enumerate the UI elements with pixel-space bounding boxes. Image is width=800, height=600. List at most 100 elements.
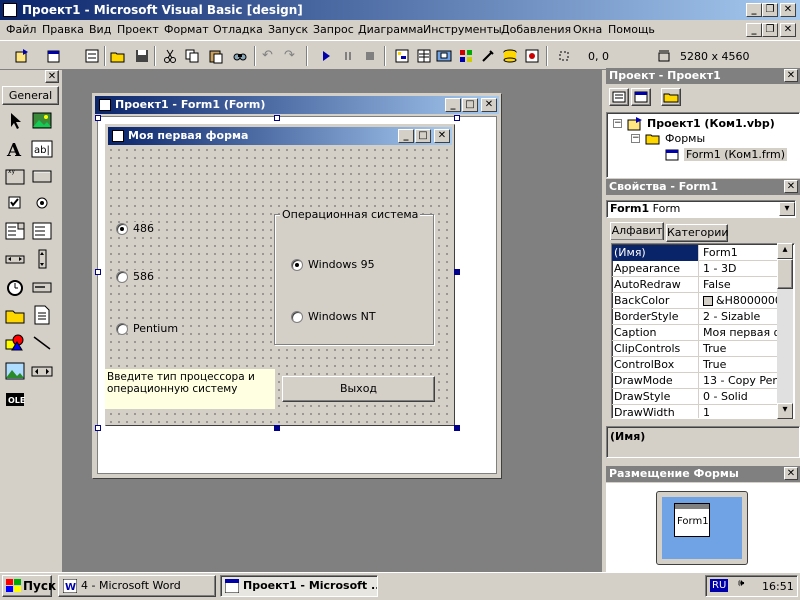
optionbutton-icon[interactable] [31,192,53,214]
listbox-icon[interactable] [31,220,53,242]
restore-button[interactable]: ❐ [762,3,778,17]
form1-layout-preview[interactable]: Form1 [674,503,710,537]
mdi-minimize-button[interactable]: _ [746,23,762,37]
drivelistbox-icon[interactable] [31,276,53,298]
tab-categorized[interactable]: Категории [666,224,729,242]
menu-tools[interactable]: Инструменты [423,23,502,36]
scroll-up-button[interactable]: ▴ [777,243,793,259]
tab-alphabetic[interactable]: Алфавит [610,222,664,240]
start-button[interactable]: Пуск [2,575,56,597]
save-project-icon[interactable] [134,48,150,64]
prop-value[interactable]: 0 - Solid [701,389,781,405]
option-pentium-radio[interactable] [116,323,128,335]
minimize-button[interactable]: _ [746,3,762,17]
resize-handle[interactable] [95,269,101,275]
shape-icon[interactable] [4,332,26,354]
tree-collapse-icon[interactable]: − [613,119,622,128]
form1-title-bar[interactable]: Моя первая форма _ □ ✕ [108,127,452,145]
prop-value[interactable]: 13 - Copy Pen [701,373,781,389]
form1-close-button[interactable]: ✕ [434,129,450,143]
resize-handle[interactable] [95,425,101,431]
line-icon[interactable] [31,332,53,354]
toolbox-icon[interactable] [480,48,496,64]
resize-handle[interactable] [454,269,460,275]
designer-title-bar[interactable]: Проект1 - Form1 (Form) _ □ ✕ [95,96,499,114]
vscrollbar-icon[interactable] [31,248,53,270]
layout-panel-header[interactable]: Размещение Формы ✕ [606,466,800,482]
textbox-icon[interactable]: ab| [31,138,53,160]
prop-row[interactable]: BackColor &H8000000F [612,293,781,309]
pointer-icon[interactable] [4,110,26,132]
toggle-folders-icon[interactable] [661,88,681,106]
prop-value[interactable]: False [701,277,781,293]
filelistbox-icon[interactable] [31,304,53,326]
redo-icon[interactable]: ↷ [284,48,300,64]
break-icon[interactable] [340,48,356,64]
toolbox-general-tab[interactable]: General [2,86,59,105]
prop-value[interactable]: 2 - Sizable [701,309,781,325]
resize-handle[interactable] [95,115,101,121]
menu-diagram[interactable]: Диаграмма [358,23,423,36]
view-object-icon[interactable] [631,88,651,106]
scroll-down-button[interactable]: ▾ [777,403,793,419]
picturebox-icon[interactable] [31,110,53,132]
project-panel-close-button[interactable]: ✕ [784,69,798,82]
mdi-close-button[interactable]: ✕ [780,23,796,37]
paste-icon[interactable] [208,48,224,64]
form1-minimize-button[interactable]: _ [398,129,414,143]
project-root-label[interactable]: Проект1 (Ком1.vbp) [647,117,775,130]
scroll-thumb[interactable] [777,259,793,289]
prop-row[interactable]: DrawMode 13 - Copy Pen [612,373,780,389]
menu-query[interactable]: Запрос [313,23,354,36]
checkbox-icon[interactable] [4,192,26,214]
prop-value[interactable]: Моя первая фо [701,325,781,341]
layout-panel-close-button[interactable]: ✕ [784,467,798,480]
image-icon[interactable] [4,360,26,382]
label-icon[interactable]: A [4,138,26,161]
designer-close-button[interactable]: ✕ [481,98,497,112]
option-586-radio[interactable] [116,271,128,283]
prop-value[interactable]: True [701,341,781,357]
menu-edit[interactable]: Правка [42,23,84,36]
designer-minimize-button[interactable]: _ [445,98,461,112]
prop-value[interactable]: &H8000000F [701,293,781,309]
exit-button[interactable]: Выход [282,376,435,402]
os-frame[interactable] [274,214,434,345]
chevron-down-icon[interactable]: ▾ [779,202,795,216]
timer-icon[interactable] [4,276,26,298]
menu-window[interactable]: Окна [573,23,602,36]
menu-file[interactable]: Файл [6,23,36,36]
combobox-icon[interactable] [4,220,26,242]
properties-panel-header[interactable]: Свойства - Form1 ✕ [606,179,800,195]
resize-handle[interactable] [274,115,280,121]
main-title-bar[interactable]: Проект1 - Microsoft Visual Basic [design… [0,0,800,20]
mdi-restore-button[interactable]: ❐ [762,23,778,37]
tree-collapse-icon[interactable]: − [631,134,640,143]
project-panel-header[interactable]: Проект - Проект1 ✕ [606,68,800,84]
object-selector[interactable]: Form1 Form ▾ [606,200,796,218]
prop-value[interactable]: Form1 [701,245,781,261]
start-icon[interactable] [318,48,334,64]
prop-row[interactable]: BorderStyle 2 - Sizable [612,309,780,325]
project-explorer-icon[interactable] [394,48,410,64]
option-winnt-radio[interactable] [291,311,303,323]
close-button[interactable]: ✕ [780,3,796,17]
prop-row[interactable]: DrawWidth 1 [612,405,781,418]
prop-row[interactable]: ControlBox True [612,357,780,373]
prop-row[interactable]: DrawStyle 0 - Solid [612,389,780,405]
forms-folder-label[interactable]: Формы [665,132,705,145]
prop-value[interactable]: 1 [701,405,781,418]
language-indicator[interactable]: RU [710,579,729,592]
form1-maximize-button[interactable]: □ [415,129,431,143]
form1-tree-item[interactable]: Form1 (Ком1.frm) [684,148,788,161]
copy-icon[interactable] [184,48,200,64]
end-icon[interactable] [362,48,378,64]
view-code-icon[interactable] [609,88,629,106]
prop-row[interactable]: AutoRedraw False [612,277,780,293]
prop-row[interactable]: (Имя) Form1 [612,245,780,261]
commandbutton-icon[interactable] [31,165,53,187]
volume-icon[interactable]: 🕪 [738,578,744,589]
menu-view[interactable]: Вид [89,23,111,36]
prop-row[interactable]: Appearance 1 - 3D [612,261,780,277]
find-icon[interactable] [232,48,248,64]
